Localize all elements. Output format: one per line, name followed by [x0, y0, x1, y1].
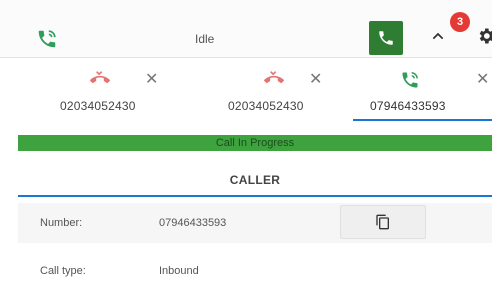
close-icon[interactable]: ✕ [145, 72, 158, 88]
call-type-label: Call type: [40, 265, 86, 277]
tab-number: 02034052430 [228, 99, 304, 113]
number-row: Number: 07946433593 [18, 203, 492, 243]
phone-icon [379, 31, 393, 45]
chevron-up-icon[interactable] [430, 28, 446, 44]
copy-icon [376, 214, 389, 230]
call-type-value: Inbound [159, 265, 199, 277]
copy-number-button[interactable] [340, 205, 426, 239]
phone-in-talk-icon [402, 72, 418, 88]
call-tab[interactable]: ✕ 02034052430 [164, 58, 328, 123]
close-icon[interactable]: ✕ [476, 72, 489, 88]
call-tab[interactable]: ✕ 02034052430 [0, 58, 164, 123]
active-tab-indicator [353, 119, 492, 121]
call-status-text: Idle [195, 32, 215, 46]
caller-section-title: CALLER [18, 164, 492, 197]
call-tab-active[interactable]: ✕ 07946433593 [328, 58, 492, 123]
tab-number: 02034052430 [60, 99, 136, 113]
phone-hangup-icon [90, 71, 110, 84]
notification-badge[interactable]: 3 [450, 12, 470, 32]
top-bar: Idle 3 [0, 0, 492, 58]
call-in-progress-banner: Call In Progress [18, 135, 492, 151]
phone-hangup-icon [264, 71, 284, 84]
call-button[interactable] [369, 21, 403, 55]
call-type-row: Call type: Inbound [18, 251, 492, 291]
tab-number: 07946433593 [370, 99, 446, 113]
gear-icon[interactable] [476, 26, 492, 46]
call-tabs: ✕ 02034052430 ✕ 02034052430 ✕ 0794643359… [0, 58, 492, 123]
close-icon[interactable]: ✕ [309, 72, 322, 88]
number-value: 07946433593 [159, 217, 227, 229]
number-label: Number: [40, 217, 83, 229]
phone-in-talk-icon [38, 30, 56, 48]
